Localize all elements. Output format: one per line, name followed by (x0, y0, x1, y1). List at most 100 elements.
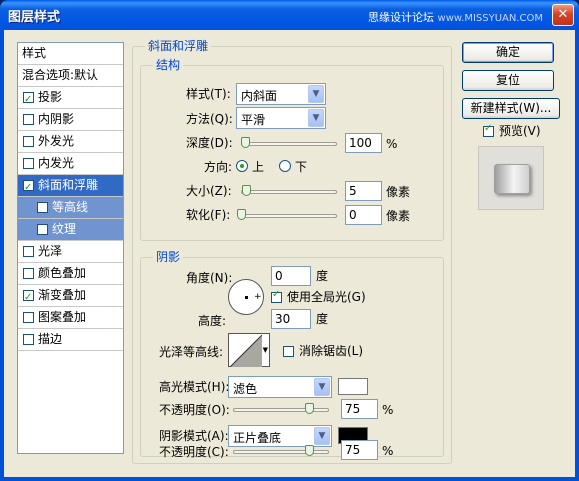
preview-label[interactable]: 预览(V) (499, 123, 541, 139)
shadow-mode-select[interactable]: 正片叠底 ▼ (228, 425, 332, 447)
style-item-gradient-overlay[interactable]: 渐变叠加 (18, 285, 123, 308)
ok-button[interactable]: 确定 (462, 42, 554, 63)
style-item-pattern-overlay[interactable]: 图案叠加 (18, 307, 123, 329)
drop-shadow-checkbox[interactable] (23, 89, 34, 110)
style-item-stroke[interactable]: 描边 (18, 329, 123, 351)
chevron-down-icon: ▼ (314, 378, 330, 396)
chevron-down-icon: ▼ (262, 346, 268, 354)
highlight-opacity-unit: % (382, 403, 394, 417)
style-item-inner-shadow[interactable]: 内阴影 (18, 109, 123, 131)
size-unit: 像素 (386, 185, 411, 199)
shading-group: 阴影 角度(N): + 0 度 使用全局光(G) 高度: 30 度 光泽等高线: (140, 250, 444, 460)
shading-title: 阴影 (153, 250, 184, 264)
satin-checkbox[interactable] (23, 246, 34, 257)
style-item-bevel-emboss[interactable]: 斜面和浮雕 (18, 175, 123, 198)
shadow-opacity-unit: % (382, 444, 394, 458)
shadow-opacity-slider[interactable] (233, 450, 329, 454)
soften-input[interactable]: 0 (345, 205, 382, 225)
highlight-opacity-slider-thumb[interactable] (305, 403, 314, 414)
chevron-down-icon: ▼ (314, 427, 330, 445)
highlight-opacity-slider[interactable] (233, 408, 329, 412)
dialog-title: 图层样式 (8, 10, 61, 25)
chevron-down-icon: ▼ (308, 85, 324, 103)
angle-label: 角度(N): (186, 271, 233, 285)
style-item-color-overlay[interactable]: 颜色叠加 (18, 263, 123, 285)
gloss-contour-picker[interactable]: ▼ (228, 333, 270, 367)
shadow-opacity-input[interactable]: 75 (341, 440, 378, 460)
angle-center-dot (245, 296, 248, 299)
depth-slider-thumb[interactable] (241, 137, 250, 148)
depth-slider[interactable] (241, 142, 337, 146)
global-light-checkbox[interactable] (271, 289, 282, 303)
color-overlay-checkbox[interactable] (23, 268, 34, 279)
direction-down-label[interactable]: 下 (295, 159, 307, 175)
size-input[interactable]: 5 (345, 181, 382, 201)
inner-shadow-checkbox[interactable] (23, 114, 34, 125)
styles-header[interactable]: 样式 (18, 43, 123, 65)
highlight-color-swatch[interactable] (338, 378, 368, 395)
style-item-contour[interactable]: 等高线 (18, 197, 123, 219)
close-button[interactable]: ✕ (552, 4, 574, 26)
global-light-label[interactable]: 使用全局光(G) (287, 289, 366, 305)
style-item-satin[interactable]: 光泽 (18, 241, 123, 263)
angle-input[interactable]: 0 (271, 266, 311, 286)
outer-glow-checkbox[interactable] (23, 136, 34, 147)
direction-up-radio[interactable] (236, 160, 248, 172)
bevel-emboss-checkbox[interactable] (23, 177, 34, 198)
altitude-unit: 度 (316, 312, 329, 326)
style-item-outer-glow[interactable]: 外发光 (18, 131, 123, 153)
texture-checkbox[interactable] (37, 224, 48, 235)
soften-unit: 像素 (386, 209, 411, 223)
gradient-overlay-checkbox[interactable] (23, 287, 34, 308)
inner-glow-checkbox[interactable] (23, 158, 34, 169)
highlight-opacity-input[interactable]: 75 (341, 399, 378, 419)
depth-input[interactable]: 100 (345, 133, 382, 153)
styles-list: 样式 混合选项:默认 投影 内阴影 外发光 内发光 斜面和浮雕 (17, 42, 124, 454)
contour-checkbox[interactable] (37, 202, 48, 213)
highlight-mode-label: 高光模式(H): (159, 380, 230, 394)
highlight-mode-select[interactable]: 滤色 ▼ (228, 376, 332, 398)
preview-checkbox[interactable] (483, 123, 494, 137)
title-bar[interactable]: 图层样式 思缘设计论坛 www.MISSYUAN.COM ✕ (0, 0, 579, 30)
soften-slider[interactable] (241, 214, 337, 218)
reset-button[interactable]: 复位 (462, 70, 554, 91)
angle-dial[interactable]: + (228, 279, 264, 315)
bevel-emboss-group: 斜面和浮雕 结构 样式(T): 内斜面 ▼ 方法(Q): 平滑 ▼ 深度(D):… (132, 39, 452, 464)
style-label: 样式(T): (186, 87, 231, 101)
technique-select[interactable]: 平滑 ▼ (236, 107, 326, 129)
style-item-drop-shadow[interactable]: 投影 (18, 87, 123, 110)
chevron-down-icon: ▼ (308, 109, 324, 127)
gloss-contour-label: 光泽等高线: (159, 345, 224, 359)
style-preview (478, 146, 544, 210)
direction-label: 方向: (204, 160, 233, 174)
shadow-opacity-slider-thumb[interactable] (305, 445, 314, 456)
anti-alias-label[interactable]: 消除锯齿(L) (299, 343, 363, 359)
anti-alias-checkbox[interactable] (283, 346, 294, 357)
shadow-mode-label: 阴影模式(A): (159, 429, 229, 443)
style-item-inner-glow[interactable]: 内发光 (18, 153, 123, 175)
direction-up-label[interactable]: 上 (252, 159, 264, 175)
blend-options-item[interactable]: 混合选项:默认 (18, 65, 123, 87)
watermark: 思缘设计论坛 www.MISSYUAN.COM (368, 11, 543, 24)
bevel-emboss-title: 斜面和浮雕 (145, 39, 212, 53)
new-style-button[interactable]: 新建样式(W)... (462, 98, 560, 119)
highlight-opacity-label: 不透明度(O): (159, 403, 230, 417)
size-slider[interactable] (241, 190, 337, 194)
depth-label: 深度(D): (186, 136, 233, 150)
contour-linear-icon (230, 335, 262, 367)
style-select[interactable]: 内斜面 ▼ (236, 83, 326, 105)
size-slider-thumb[interactable] (242, 185, 251, 196)
preview-swatch (494, 164, 530, 194)
structure-group: 结构 样式(T): 内斜面 ▼ 方法(Q): 平滑 ▼ 深度(D): 100 %… (140, 58, 444, 241)
pattern-overlay-checkbox[interactable] (23, 312, 34, 323)
technique-label: 方法(Q): (186, 112, 233, 126)
soften-label: 软化(F): (186, 208, 231, 222)
altitude-label: 高度: (198, 314, 227, 328)
soften-slider-thumb[interactable] (237, 209, 246, 220)
style-item-texture[interactable]: 纹理 (18, 219, 123, 241)
dialog-body: 样式 混合选项:默认 投影 内阴影 外发光 内发光 斜面和浮雕 (4, 30, 575, 477)
size-label: 大小(Z): (186, 184, 232, 198)
direction-down-radio[interactable] (279, 160, 291, 172)
altitude-input[interactable]: 30 (271, 309, 311, 329)
stroke-checkbox[interactable] (23, 334, 34, 345)
